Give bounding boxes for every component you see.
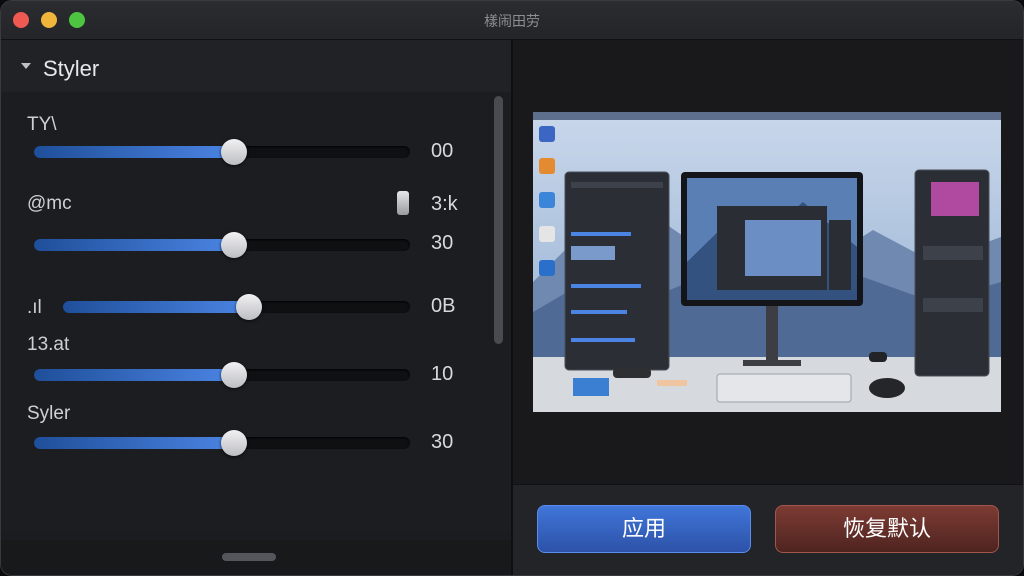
desktop-setup-image (533, 112, 1001, 412)
title-bar: 樣闹田劳 (1, 1, 1023, 40)
slider-knob[interactable] (235, 294, 262, 320)
slider-fill (34, 146, 234, 158)
toggle-switch[interactable] (397, 191, 409, 215)
panel-footer (1, 540, 511, 575)
preview-panel: 应用 恢复默认 (513, 40, 1023, 575)
slider-secondary-value-2: 3:k (431, 193, 458, 215)
slider-value-4: 10 (431, 363, 454, 385)
slider-fill (34, 369, 234, 381)
settings-panel: Styler TΥ\ 00 @mc 3:k 30 .ıl 0B 13.at 10… (1, 40, 511, 575)
slider-label-5: Syler (27, 403, 71, 424)
slider-3[interactable] (63, 294, 410, 320)
app-window: 樣闹田劳 Styler TΥ\ 00 @mc 3:k 30 .ıl 0B 13.… (0, 0, 1024, 576)
preview-area (513, 40, 1023, 484)
slider-label-1: TΥ\ (27, 114, 57, 135)
section-title: Styler (43, 56, 100, 81)
reset-defaults-button[interactable]: 恢复默认 (775, 505, 999, 553)
slider-fill (34, 437, 234, 449)
slider-2[interactable] (34, 232, 410, 258)
resize-handle[interactable] (222, 553, 276, 561)
slider-list: TΥ\ 00 @mc 3:k 30 .ıl 0B 13.at 10 Syler … (1, 92, 511, 532)
slider-label-2: @mc (27, 193, 72, 214)
slider-5[interactable] (34, 430, 410, 456)
slider-1[interactable] (34, 139, 410, 165)
slider-value-1: 00 (431, 140, 454, 162)
slider-label-3: .ıl (27, 297, 42, 318)
slider-4[interactable] (34, 362, 410, 388)
slider-knob[interactable] (221, 362, 247, 388)
slider-knob[interactable] (221, 139, 247, 165)
slider-label-4: 13.at (27, 334, 70, 355)
slider-knob[interactable] (221, 232, 247, 258)
slider-value-3: 0B (431, 295, 456, 317)
section-header[interactable]: Styler (1, 40, 511, 92)
scrollbar[interactable] (494, 96, 503, 344)
slider-value-5: 30 (431, 431, 454, 453)
disclosure-triangle-icon[interactable] (21, 63, 31, 69)
action-bar: 应用 恢复默认 (513, 484, 1023, 575)
slider-fill (63, 301, 249, 313)
window-title: 樣闹田劳 (484, 13, 540, 29)
slider-fill (34, 239, 234, 251)
slider-knob[interactable] (221, 430, 247, 456)
slider-value-2: 30 (431, 232, 454, 254)
apply-button[interactable]: 应用 (537, 505, 751, 553)
